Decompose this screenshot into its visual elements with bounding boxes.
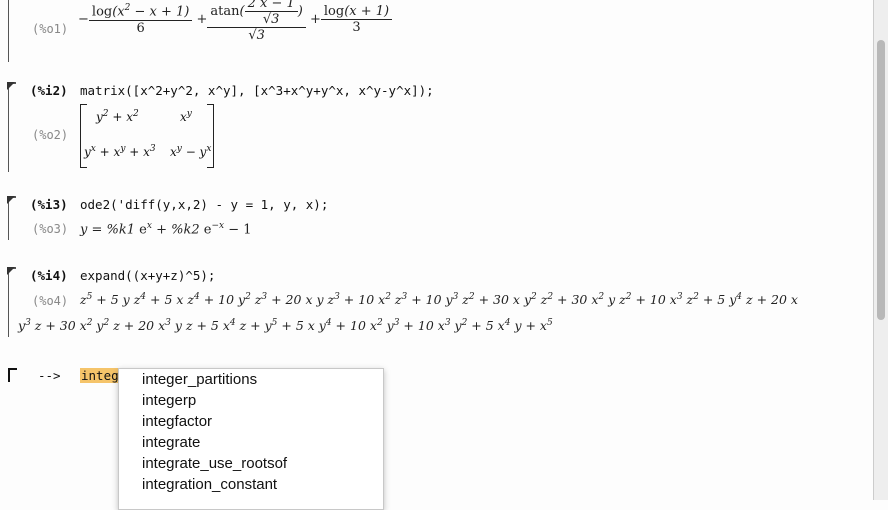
autocomplete-popup[interactable]: integer_partitions integerp integfactor … [118,368,384,510]
prompt-input[interactable]: integ [80,368,120,383]
cell-bracket[interactable] [7,82,16,172]
input-i4[interactable]: expand((x+y+z)^5); [80,268,215,283]
output-o4-line1: z5 + 5 y z4 + 5 x z4 + 10 y2 z3 + 20 x y… [80,292,798,308]
typed-text: integ [80,368,120,383]
output-o4-line2: y3 z + 30 x2 y2 z + 20 x3 y z + 5 x4 z +… [18,318,553,334]
scrollbar-thumb[interactable] [877,40,885,320]
output-o1: − log(x2 − x + 1) 6 + atan(2 x − 1 √3) √3 + lo… [78,0,393,43]
output-label-o1: (%o1) [32,22,69,36]
output-label-o3: (%o3) [32,222,69,236]
autocomplete-item[interactable]: integerp [119,390,383,411]
cell-bracket[interactable] [7,196,16,240]
autocomplete-item[interactable]: integration_constant [119,474,383,495]
autocomplete-item[interactable]: integfactor [119,411,383,432]
input-i3[interactable]: ode2('diff(y,x,2) - y = 1, y, x); [80,197,328,212]
output-label-o4: (%o4) [32,294,69,308]
autocomplete-item[interactable]: integrate_use_rootsof [119,453,383,474]
output-o2-matrix: y2 + x2 xy yx + xy + x3 xy − yx [80,104,214,168]
input-label-i2: (%i2) [30,83,68,98]
autocomplete-item[interactable]: integrate [119,432,383,453]
vertical-scrollbar[interactable] [873,0,888,500]
cell-bracket[interactable] [7,267,16,337]
output-label-o2: (%o2) [32,128,69,142]
cell-bracket[interactable] [8,0,9,62]
input-label-i3: (%i3) [30,197,68,212]
input-label-i4: (%i4) [30,268,68,283]
input-i2[interactable]: matrix([x^2+y^2, x^y], [x^3+x^y+y^x, x^y… [80,83,434,98]
prompt-arrow: --> [38,368,61,383]
cursor-bracket[interactable] [8,368,17,382]
output-o3: y = %k1 ex + %k2 e−x − 1 [80,221,252,238]
autocomplete-item[interactable]: integer_partitions [119,369,383,390]
